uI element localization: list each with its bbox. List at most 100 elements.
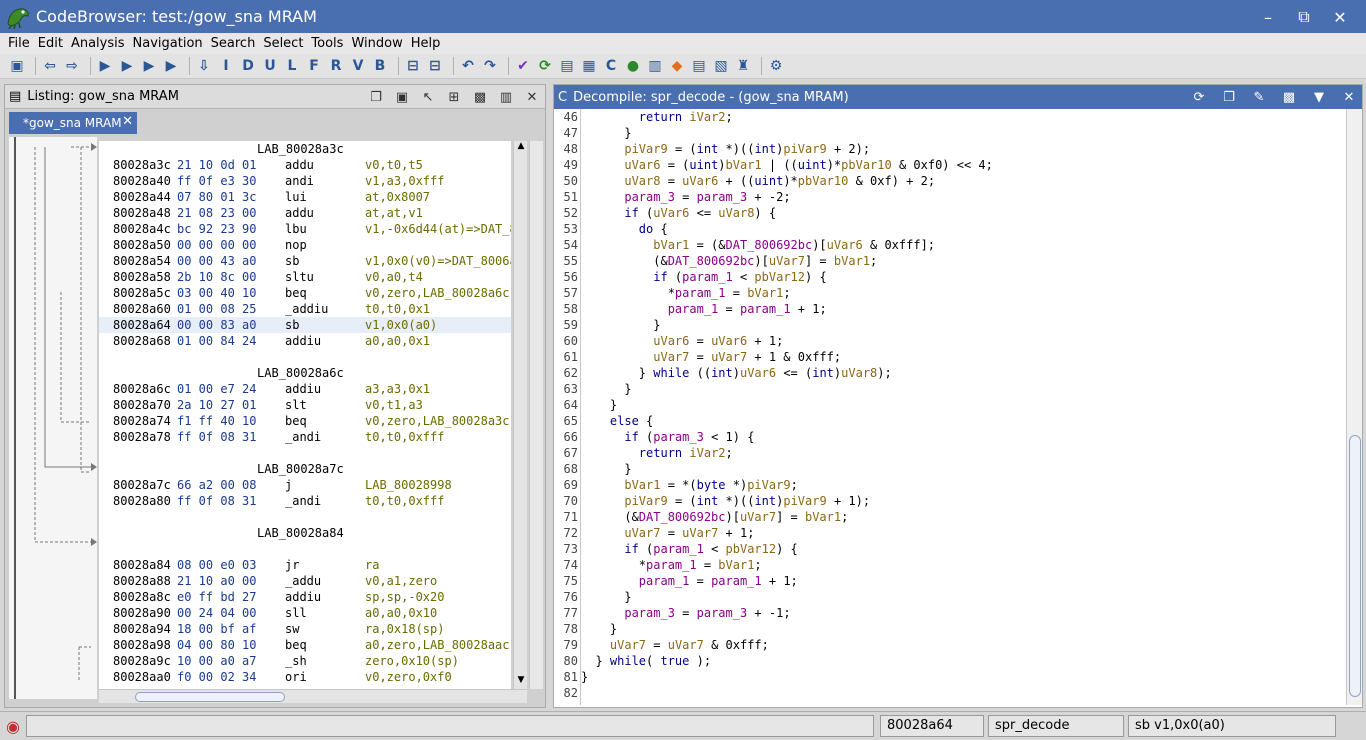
instruction-mnemonic[interactable]: _sh bbox=[285, 653, 307, 669]
instruction-bytes[interactable]: f0 00 02 34 bbox=[177, 669, 256, 685]
console-icon[interactable]: ◉ bbox=[6, 717, 20, 736]
instruction-bytes[interactable]: 01 00 84 24 bbox=[177, 333, 256, 349]
listing-instruction-row[interactable]: 80028a88 21 10 a0 00 _addu v0,a1,zero bbox=[99, 573, 511, 589]
code-label[interactable]: LAB_80028a84 bbox=[257, 525, 344, 541]
instruction-mnemonic[interactable]: _andi bbox=[285, 493, 321, 509]
instruction-bytes[interactable]: 21 10 a0 00 bbox=[177, 573, 256, 589]
code-text[interactable]: } bbox=[581, 381, 631, 397]
instruction-address[interactable]: 80028a90 bbox=[113, 605, 171, 621]
close-decompile-icon[interactable]: ✕ bbox=[1340, 88, 1358, 106]
instruction-mnemonic[interactable]: jr bbox=[285, 557, 299, 573]
tab-gow-sna[interactable]: *gow_sna MRAM ✕ bbox=[9, 112, 137, 134]
b-icon[interactable]: B bbox=[371, 57, 389, 75]
code-label[interactable]: LAB_80028a7c bbox=[257, 461, 344, 477]
instruction-bytes[interactable]: 00 00 00 00 bbox=[177, 237, 256, 253]
instruction-address[interactable]: 80028a58 bbox=[113, 269, 171, 285]
instruction-operands[interactable]: v1,0x0(v0)=>DAT_8006a bbox=[365, 253, 511, 269]
listing-label-row[interactable]: LAB_80028a6c bbox=[99, 365, 511, 381]
decompile-line[interactable]: 81} bbox=[554, 669, 1344, 685]
decompile-line[interactable]: 79 uVar7 = uVar7 & 0xfff; bbox=[554, 637, 1344, 653]
decompile-line[interactable]: 48 piVar9 = (int *)((int)piVar9 + 2); bbox=[554, 141, 1344, 157]
decompile-line[interactable]: 82 bbox=[554, 685, 1344, 701]
nav-data-icon[interactable]: ▶ bbox=[118, 57, 136, 75]
listing-instruction-row[interactable]: 80028a78 ff 0f 08 31 _andi t0,t0,0xfff bbox=[99, 429, 511, 445]
listing-label-row[interactable]: LAB_80028a84 bbox=[99, 525, 511, 541]
code-text[interactable]: if (param_1 < pbVar12) { bbox=[581, 269, 826, 285]
instruction-operands[interactable]: at,at,v1 bbox=[365, 205, 423, 221]
instruction-bytes[interactable]: 2b 10 8c 00 bbox=[177, 269, 256, 285]
listing-instruction-row[interactable]: 80028a48 21 08 23 00 addu at,at,v1 bbox=[99, 205, 511, 221]
instruction-mnemonic[interactable]: beq bbox=[285, 285, 307, 301]
bytes-icon[interactable]: ▥ bbox=[646, 57, 664, 75]
code-text[interactable]: return iVar2; bbox=[581, 109, 733, 125]
clear-icon[interactable]: ⊟ bbox=[404, 57, 422, 75]
clear2-icon[interactable]: ⊟ bbox=[426, 57, 444, 75]
decompile-line[interactable]: 58 param_1 = param_1 + 1; bbox=[554, 301, 1344, 317]
code-text[interactable]: } bbox=[581, 461, 631, 477]
instruction-bytes[interactable]: bc 92 23 90 bbox=[177, 221, 256, 237]
instruction-mnemonic[interactable]: sltu bbox=[285, 269, 314, 285]
menu-analysis[interactable]: Analysis bbox=[71, 36, 125, 51]
code-text[interactable]: } bbox=[581, 397, 617, 413]
decompile-line[interactable]: 76 } bbox=[554, 589, 1344, 605]
instruction-mnemonic[interactable]: addiu bbox=[285, 333, 321, 349]
instruction-mnemonic[interactable]: addiu bbox=[285, 381, 321, 397]
listing-instruction-row[interactable]: 80028a9c 10 00 a0 a7 _sh zero,0x10(sp) bbox=[99, 653, 511, 669]
instruction-mnemonic[interactable]: sb bbox=[285, 253, 299, 269]
instruction-operands[interactable]: v0,a1,zero bbox=[365, 573, 437, 589]
code-text[interactable]: } while( true ); bbox=[581, 653, 711, 669]
instruction-operands[interactable]: at,0x8007 bbox=[365, 189, 430, 205]
down-arrow-icon[interactable]: ⇩ bbox=[195, 57, 213, 75]
listing-code-view[interactable]: LAB_80028a3c 80028a3c 21 10 0d 01 addu v0,t0… bbox=[99, 141, 511, 689]
instruction-bytes[interactable]: ff 0f 08 31 bbox=[177, 429, 256, 445]
listing-instruction-row[interactable]: 80028a6c 01 00 e7 24 addiu a3,a3,0x1 bbox=[99, 381, 511, 397]
instruction-bytes[interactable]: 21 10 0d 01 bbox=[177, 157, 256, 173]
close-tab-icon[interactable]: ✕ bbox=[122, 114, 133, 129]
instruction-bytes[interactable]: e0 ff bd 27 bbox=[177, 589, 256, 605]
instruction-address[interactable]: 80028a84 bbox=[113, 557, 171, 573]
instruction-operands[interactable]: v0,zero,0xf0 bbox=[365, 669, 452, 685]
instruction-mnemonic[interactable]: addiu bbox=[285, 589, 321, 605]
code-text[interactable]: param_1 = param_1 + 1; bbox=[581, 573, 798, 589]
instruction-address[interactable]: 80028a7c bbox=[113, 477, 171, 493]
instruction-address[interactable]: 80028a8c bbox=[113, 589, 171, 605]
instruction-operands[interactable]: v1,-0x6d44(at)=>DAT_8 bbox=[365, 221, 511, 237]
refresh-decompile-icon[interactable]: ⟳ bbox=[1190, 88, 1208, 106]
decompile-line[interactable]: 56 if (param_1 < pbVar12) { bbox=[554, 269, 1344, 285]
listing-instruction-row[interactable]: 80028a8c e0 ff bd 27 addiu sp,sp,-0x20 bbox=[99, 589, 511, 605]
instruction-operands[interactable]: zero,0x10(sp) bbox=[365, 653, 459, 669]
code-text[interactable]: if (param_3 < 1) { bbox=[581, 429, 754, 445]
listing-instruction-row[interactable]: 80028a98 04 00 80 10 beq a0,zero,LAB_80028a… bbox=[99, 637, 511, 653]
close-window-button[interactable]: ✕ bbox=[1322, 6, 1358, 28]
listing-instruction-row[interactable]: 80028a3c 21 10 0d 01 addu v0,t0,t5 bbox=[99, 157, 511, 173]
instruction-address[interactable]: 80028a74 bbox=[113, 413, 171, 429]
decompile-vertical-scrollbar[interactable] bbox=[1346, 109, 1362, 705]
decompile-line[interactable]: 69 bVar1 = *(byte *)piVar9; bbox=[554, 477, 1344, 493]
code-text[interactable]: uVar7 = uVar7 & 0xfff; bbox=[581, 637, 769, 653]
decompile-line[interactable]: 61 uVar7 = uVar7 + 1 & 0xfff; bbox=[554, 349, 1344, 365]
instruction-address[interactable]: 80028a9c bbox=[113, 653, 171, 669]
back-icon[interactable]: ⇦ bbox=[41, 57, 59, 75]
code-text[interactable]: param_1 = param_1 + 1; bbox=[581, 301, 827, 317]
instruction-mnemonic[interactable]: beq bbox=[285, 413, 307, 429]
d-icon[interactable]: D bbox=[239, 57, 257, 75]
instruction-bytes[interactable]: 00 24 04 00 bbox=[177, 605, 256, 621]
listing-instruction-row[interactable]: 80028a54 00 00 43 a0 sb v1,0x0(v0)=>DAT_800… bbox=[99, 253, 511, 269]
r-icon[interactable]: R bbox=[327, 57, 345, 75]
scroll-thumb[interactable] bbox=[135, 692, 285, 702]
decompile-line[interactable]: 72 uVar7 = uVar7 + 1; bbox=[554, 525, 1344, 541]
decompile-line[interactable]: 78 } bbox=[554, 621, 1344, 637]
instruction-address[interactable]: 80028a4c bbox=[113, 221, 171, 237]
decompile-line[interactable]: 60 uVar6 = uVar6 + 1; bbox=[554, 333, 1344, 349]
instruction-address[interactable]: 80028a54 bbox=[113, 253, 171, 269]
instruction-bytes[interactable]: 66 a2 00 08 bbox=[177, 477, 256, 493]
code-text[interactable]: (&DAT_800692bc)[uVar7] = bVar1; bbox=[581, 509, 848, 525]
code-text[interactable]: } bbox=[581, 621, 617, 637]
instruction-operands[interactable]: v0,a0,t4 bbox=[365, 269, 423, 285]
menu-dropdown-icon[interactable]: ▼ bbox=[1310, 88, 1328, 106]
instruction-operands[interactable]: v0,t0,t5 bbox=[365, 157, 423, 173]
scroll-down-icon[interactable]: ▼ bbox=[514, 675, 528, 689]
instruction-operands[interactable]: a0,zero,LAB_80028aac bbox=[365, 637, 510, 653]
instruction-mnemonic[interactable]: addu bbox=[285, 157, 314, 173]
listing-instruction-row[interactable]: 80028a40 ff 0f e3 30 andi v1,a3,0xfff bbox=[99, 173, 511, 189]
